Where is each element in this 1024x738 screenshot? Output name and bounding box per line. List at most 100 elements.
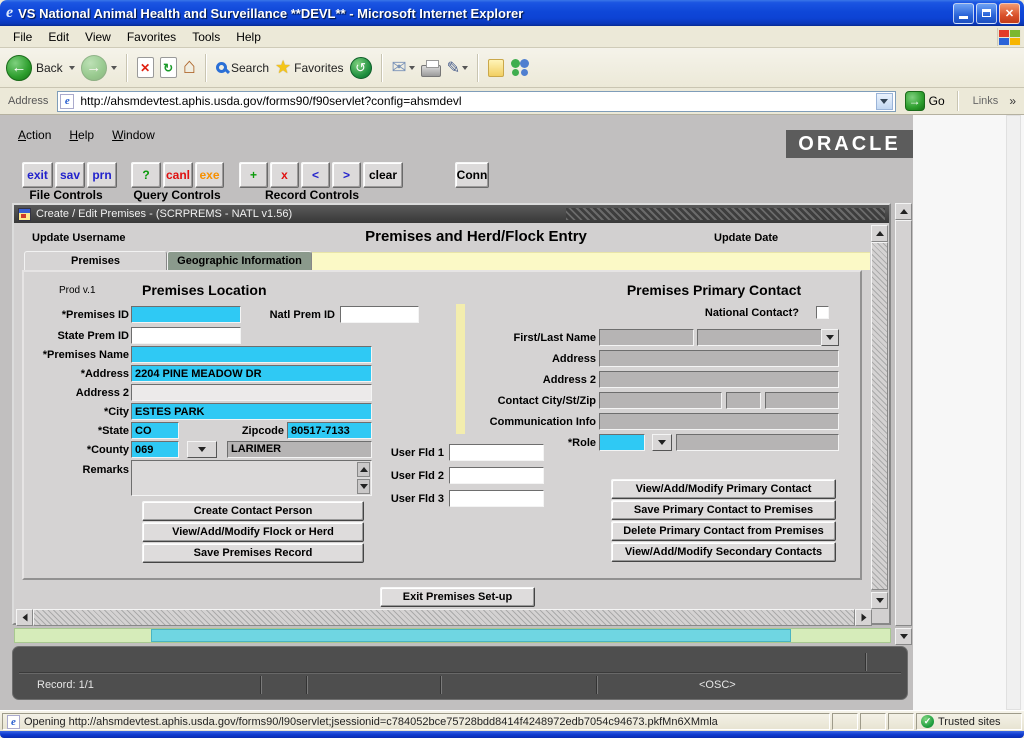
contact-city-field[interactable] [599, 392, 722, 409]
query-help-button[interactable]: ? [131, 162, 161, 188]
minimize-button[interactable] [953, 3, 974, 24]
city-field[interactable] [131, 403, 372, 420]
contact-zip-field[interactable] [765, 392, 839, 409]
address-dropdown-button[interactable] [876, 93, 893, 110]
view-primary-contact-button[interactable]: View/Add/Modify Primary Contact [611, 479, 836, 499]
oracle-menu-help[interactable]: Help [69, 128, 94, 142]
zipcode-field[interactable] [287, 422, 372, 439]
conn-button[interactable]: Conn [455, 162, 489, 188]
favorites-button[interactable]: ★ Favorites [275, 57, 344, 78]
remarks-scroll-down[interactable] [357, 479, 370, 494]
save-primary-contact-button[interactable]: Save Primary Contact to Premises [611, 500, 836, 520]
oracle-menu-window[interactable]: Window [112, 128, 155, 142]
scroll-left-button[interactable] [16, 609, 33, 626]
communication-info-field[interactable] [599, 413, 839, 430]
address2-field[interactable] [131, 384, 372, 401]
tab-geographic-information[interactable]: Geographic Information [167, 251, 312, 270]
county-code-field[interactable] [131, 441, 179, 458]
messenger-button[interactable] [510, 58, 532, 78]
print-form-button[interactable]: prn [87, 162, 117, 188]
county-dropdown-button[interactable] [187, 441, 217, 458]
premises-name-field[interactable] [131, 346, 372, 363]
delete-primary-contact-button[interactable]: Delete Primary Contact from Premises [611, 521, 836, 541]
address-field[interactable]: e [57, 91, 895, 112]
natl-prem-id-field[interactable] [340, 306, 419, 323]
notes-button[interactable] [488, 59, 504, 77]
menu-view[interactable]: View [78, 28, 118, 46]
mail-dropdown-icon[interactable] [409, 66, 415, 73]
record-delete-button[interactable]: x [270, 162, 299, 188]
browser-vertical-scrollbar[interactable] [1006, 115, 1021, 710]
create-contact-person-button[interactable]: Create Contact Person [142, 501, 364, 521]
address-input[interactable] [78, 93, 871, 109]
role-dropdown-button[interactable] [652, 434, 672, 451]
address-field[interactable] [131, 365, 372, 382]
back-dropdown-icon[interactable] [69, 66, 75, 73]
user-fld-2-field[interactable] [449, 467, 544, 484]
record-prev-button[interactable]: < [301, 162, 330, 188]
horizontal-scroll-thumb[interactable] [33, 609, 855, 626]
exit-button[interactable]: exit [22, 162, 53, 188]
forward-button[interactable]: → [81, 55, 117, 81]
forward-dropdown-icon[interactable] [111, 66, 117, 73]
refresh-button[interactable]: ↻ [160, 57, 177, 78]
query-execute-button[interactable]: exe [195, 162, 224, 188]
go-button[interactable]: → Go [901, 91, 949, 111]
stop-button[interactable]: ✕ [137, 57, 154, 78]
save-premises-record-button[interactable]: Save Premises Record [142, 543, 364, 563]
print-button[interactable] [421, 65, 441, 77]
form-window-titlebar[interactable]: Create / Edit Premises - (SCRPREMS - NAT… [14, 205, 889, 223]
applet-horizontal-scroll-thumb[interactable] [151, 629, 791, 642]
name-dropdown-button[interactable] [821, 329, 839, 346]
restore-button[interactable] [976, 3, 997, 24]
role-field[interactable] [599, 434, 645, 451]
record-next-button[interactable]: > [332, 162, 361, 188]
oracle-menu-action[interactable]: Action [18, 128, 51, 142]
menu-help[interactable]: Help [229, 28, 268, 46]
query-cancel-button[interactable]: canl [163, 162, 193, 188]
last-name-field[interactable] [697, 329, 839, 346]
vertical-scroll-thumb[interactable] [871, 242, 888, 590]
links-menu[interactable]: Links [967, 95, 1005, 107]
first-name-field[interactable] [599, 329, 694, 346]
contact-address2-field[interactable] [599, 371, 839, 388]
premises-id-field[interactable] [131, 306, 241, 323]
menu-file[interactable]: File [6, 28, 39, 46]
scroll-right-button[interactable] [855, 609, 872, 626]
contact-address-field[interactable] [599, 350, 839, 367]
edit-dropdown-icon[interactable] [462, 66, 468, 73]
menu-tools[interactable]: Tools [185, 28, 227, 46]
remarks-scroll-up[interactable] [357, 462, 370, 477]
menu-edit[interactable]: Edit [41, 28, 76, 46]
applet-vertical-scrollbar[interactable] [895, 203, 912, 645]
tab-premises[interactable]: Premises [24, 251, 167, 270]
applet-scroll-down-button[interactable] [895, 628, 912, 645]
remarks-textarea[interactable] [131, 460, 372, 496]
links-chevron-icon[interactable]: » [1009, 94, 1020, 108]
view-flock-herd-button[interactable]: View/Add/Modify Flock or Herd [142, 522, 364, 542]
state-field[interactable] [131, 422, 179, 439]
state-prem-id-field[interactable] [131, 327, 241, 344]
save-button[interactable]: sav [55, 162, 85, 188]
form-vertical-scrollbar[interactable] [871, 225, 888, 609]
mail-button[interactable]: ✉ [392, 57, 415, 78]
record-clear-button[interactable]: clear [363, 162, 403, 188]
history-button[interactable]: ↺ [350, 57, 372, 79]
menu-favorites[interactable]: Favorites [120, 28, 183, 46]
back-button[interactable]: ← Back [6, 55, 75, 81]
applet-horizontal-scrollbar[interactable] [14, 628, 891, 643]
edit-button[interactable]: ✎ [447, 58, 468, 78]
view-secondary-contacts-button[interactable]: View/Add/Modify Secondary Contacts [611, 542, 836, 562]
search-button[interactable]: Search [216, 61, 269, 75]
home-button[interactable]: ⌂ [183, 53, 196, 79]
applet-scroll-up-button[interactable] [895, 203, 912, 220]
contact-state-field[interactable] [726, 392, 761, 409]
exit-premises-setup-button[interactable]: Exit Premises Set-up [380, 587, 535, 607]
user-fld-3-field[interactable] [449, 490, 544, 507]
scroll-down-button[interactable] [871, 592, 888, 609]
national-contact-checkbox[interactable] [816, 306, 829, 319]
scroll-up-button[interactable] [871, 225, 888, 242]
form-horizontal-scrollbar[interactable] [16, 609, 872, 626]
record-add-button[interactable]: + [239, 162, 268, 188]
applet-scroll-thumb[interactable] [895, 220, 912, 626]
